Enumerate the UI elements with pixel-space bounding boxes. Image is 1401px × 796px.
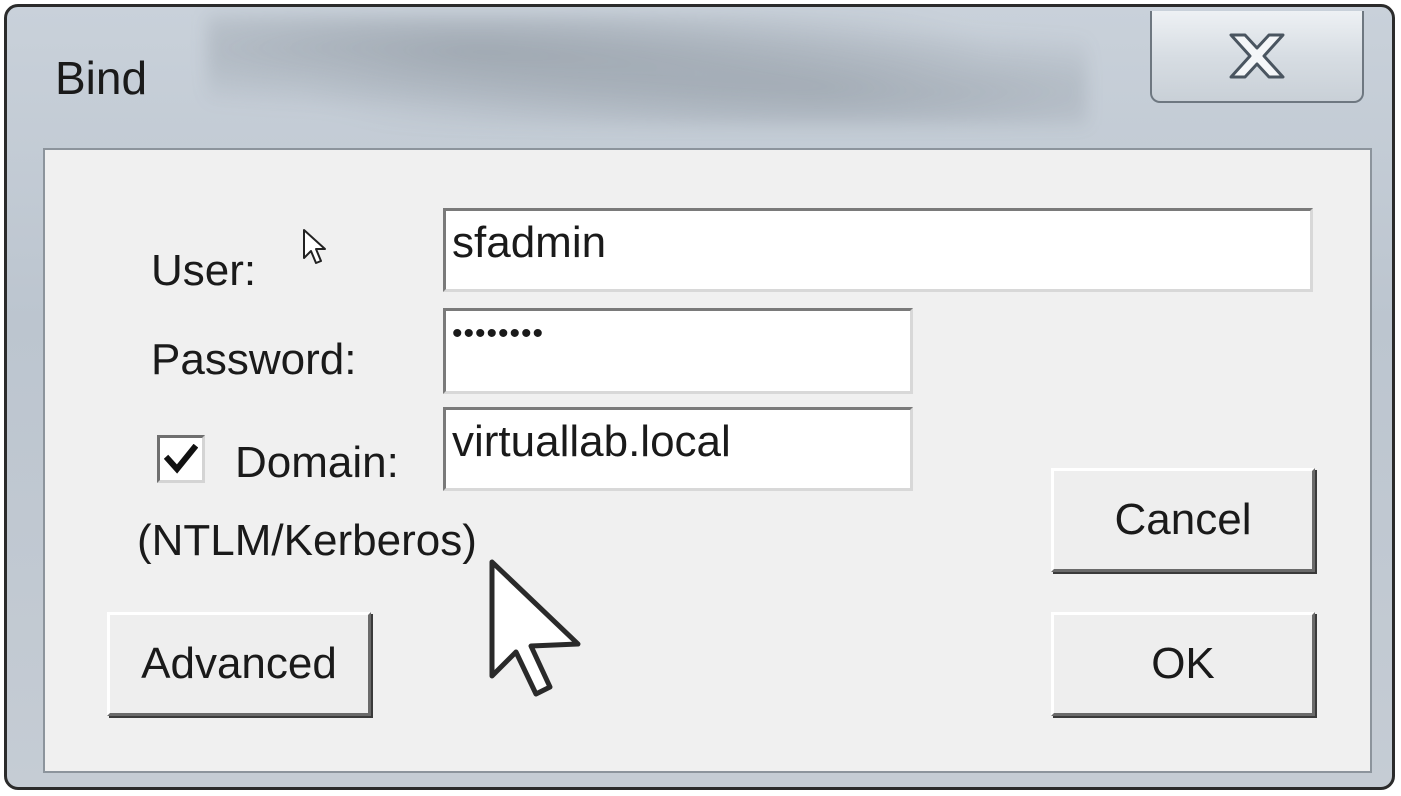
checkmark-icon bbox=[164, 444, 198, 474]
dialog-title: Bind bbox=[55, 52, 148, 104]
close-x-icon bbox=[1229, 33, 1285, 79]
dialog-client-area: User: sfadmin Password: •••••••• Domain:… bbox=[43, 148, 1372, 773]
cancel-button[interactable]: Cancel bbox=[1051, 468, 1315, 572]
ok-button[interactable]: OK bbox=[1051, 612, 1315, 716]
bind-dialog: Bind User: sfadmin Password: •••••••• Do… bbox=[4, 4, 1395, 790]
user-input[interactable]: sfadmin bbox=[443, 208, 1313, 292]
close-button[interactable] bbox=[1150, 11, 1364, 103]
advanced-button[interactable]: Advanced bbox=[107, 612, 371, 716]
auth-note: (NTLM/Kerberos) bbox=[137, 516, 477, 565]
user-label: User: bbox=[151, 246, 257, 295]
domain-label: Domain: bbox=[235, 438, 399, 487]
titlebar-background bbox=[207, 15, 1087, 125]
password-input[interactable]: •••••••• bbox=[443, 308, 913, 394]
password-label: Password: bbox=[151, 335, 357, 384]
domain-input[interactable]: virtuallab.local bbox=[443, 407, 913, 491]
domain-checkbox[interactable] bbox=[157, 435, 205, 483]
